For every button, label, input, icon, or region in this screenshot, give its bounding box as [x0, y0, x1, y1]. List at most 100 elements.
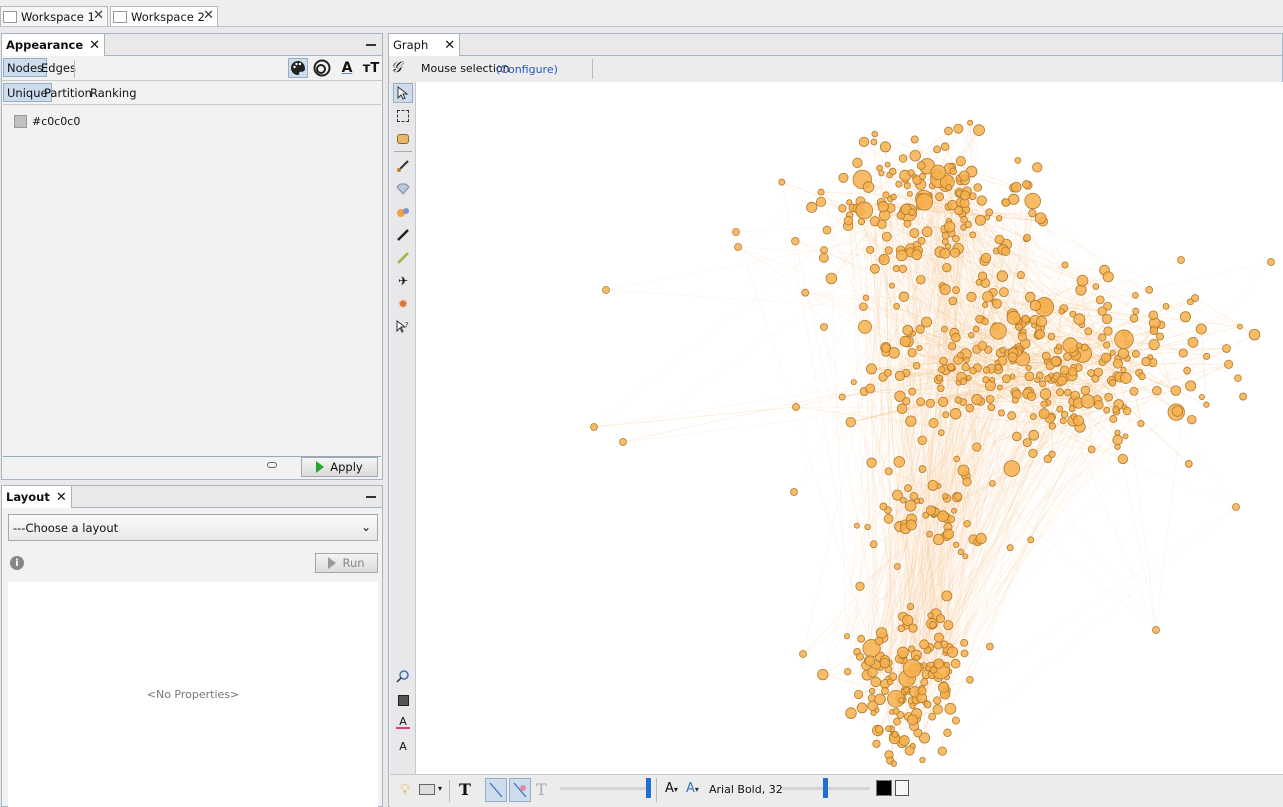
drag-hand-icon[interactable]: [393, 129, 413, 149]
gephi-logo-icon[interactable]: 𝒢: [391, 58, 413, 80]
graph-node: [825, 272, 838, 285]
graph-canvas[interactable]: [416, 82, 1283, 779]
help-pointer-icon[interactable]: ?: [393, 317, 413, 337]
graph-node: [1034, 212, 1047, 225]
sun-icon[interactable]: ✹: [393, 294, 413, 314]
graph-node: [1095, 295, 1105, 305]
edges-toggle-icon[interactable]: [485, 778, 507, 802]
font-label[interactable]: Arial Bold, 32: [709, 783, 783, 796]
graph-node: [937, 510, 949, 523]
panel-title: Graph: [393, 38, 429, 52]
run-button[interactable]: Run: [315, 553, 378, 573]
layout-select[interactable]: ---Choose a layout ⌄: [8, 514, 378, 541]
minimize-icon[interactable]: [366, 44, 376, 46]
graph-node: [817, 188, 825, 196]
tab-appearance[interactable]: Appearance ✕: [2, 34, 106, 56]
settings-icon[interactable]: [895, 780, 909, 796]
diamond-icon[interactable]: [393, 179, 413, 199]
zoom-icon[interactable]: [393, 666, 413, 686]
graph-node: [1080, 385, 1091, 396]
graph-node: [936, 374, 943, 382]
close-icon[interactable]: ✕: [89, 38, 100, 53]
color-swatch[interactable]: [14, 115, 27, 128]
font-decrease-icon[interactable]: A▾: [665, 781, 678, 796]
graph-node: [843, 215, 854, 226]
edge-weight-slider[interactable]: [560, 787, 648, 790]
font-color-icon[interactable]: A▾: [686, 781, 699, 796]
graph-node: [792, 403, 800, 411]
graph-node: [916, 397, 925, 407]
graph-node: [930, 164, 946, 181]
graph-node: [904, 499, 917, 512]
lightbulb-icon[interactable]: 💡︎: [400, 782, 410, 798]
graph-node: [963, 520, 971, 528]
show-labels-icon[interactable]: T: [459, 780, 471, 799]
brush-icon[interactable]: [393, 156, 413, 176]
close-icon[interactable]: ✕: [56, 490, 67, 505]
graph-node: [1098, 333, 1107, 342]
graph-node: [877, 201, 889, 213]
airplane-icon[interactable]: ✈: [393, 271, 413, 291]
screenshot-icon[interactable]: [419, 784, 435, 795]
node-painter-icon[interactable]: [393, 202, 413, 222]
graph-node: [857, 634, 866, 643]
label-color-swatch[interactable]: [876, 780, 892, 796]
graph-node: [871, 130, 879, 138]
chevron-down-icon[interactable]: ▾: [438, 784, 442, 793]
graph-node: [997, 384, 1003, 391]
rectangle-select-icon[interactable]: [393, 106, 413, 126]
label-color-icon[interactable]: A: [337, 58, 357, 78]
edge-color-toggle-icon[interactable]: [509, 778, 531, 802]
font-icon[interactable]: A: [393, 736, 413, 756]
graph-node: [855, 201, 874, 220]
graph-node: [1047, 332, 1056, 341]
configure-link[interactable]: (Configure): [496, 63, 558, 76]
graph-node: [1187, 414, 1197, 425]
slider-handle[interactable]: [646, 778, 651, 798]
close-icon[interactable]: ✕: [203, 8, 214, 23]
label-size-icon[interactable]: ᴛT: [361, 58, 381, 78]
apply-button[interactable]: Apply: [301, 457, 378, 477]
layout-panel-header: Layout ✕: [2, 486, 382, 508]
tab-layout[interactable]: Layout ✕: [2, 486, 72, 508]
workspace-tab-1[interactable]: Workspace 1 ✕: [0, 6, 108, 26]
graph-node: [1011, 431, 1022, 442]
pointer-icon[interactable]: [393, 83, 413, 103]
divider: [394, 151, 412, 152]
font-color-icon[interactable]: A: [393, 713, 413, 733]
graph-node: [909, 228, 920, 239]
graph-node: [778, 178, 786, 186]
apply-button-label: Apply: [330, 460, 363, 474]
edge-pencil-icon[interactable]: [393, 248, 413, 268]
graph-node: [911, 249, 923, 261]
network-graph[interactable]: [416, 82, 1283, 779]
graph-edge: [831, 278, 848, 637]
color-palette-icon[interactable]: [288, 58, 308, 78]
graph-node: [946, 646, 959, 658]
minimize-icon[interactable]: [366, 496, 376, 498]
background-color-icon[interactable]: [393, 690, 413, 710]
size-icon[interactable]: [312, 58, 332, 78]
graph-node: [1129, 313, 1139, 323]
graph-node: [1039, 380, 1047, 388]
close-icon[interactable]: ✕: [444, 38, 455, 53]
graph-node: [881, 687, 889, 695]
link-icon[interactable]: [267, 462, 277, 468]
text-icon[interactable]: T: [536, 780, 547, 799]
tab-graph[interactable]: Graph ✕: [389, 34, 461, 56]
tab-edges[interactable]: Edges: [38, 58, 79, 77]
graph-node: [843, 668, 852, 676]
pencil-icon[interactable]: [393, 225, 413, 245]
graph-node: [997, 409, 1006, 417]
graph-node: [1152, 626, 1160, 634]
info-icon[interactable]: i: [10, 556, 24, 570]
workspace-tab-2[interactable]: Workspace 2 ✕: [110, 6, 218, 26]
graph-node: [920, 678, 929, 686]
graph-node: [960, 215, 968, 224]
tab-ranking[interactable]: Ranking: [87, 83, 140, 102]
graph-node: [843, 633, 850, 640]
graph-node: [820, 246, 828, 254]
close-icon[interactable]: ✕: [93, 8, 104, 23]
graph-node: [991, 298, 1002, 309]
slider-handle[interactable]: [823, 778, 828, 798]
